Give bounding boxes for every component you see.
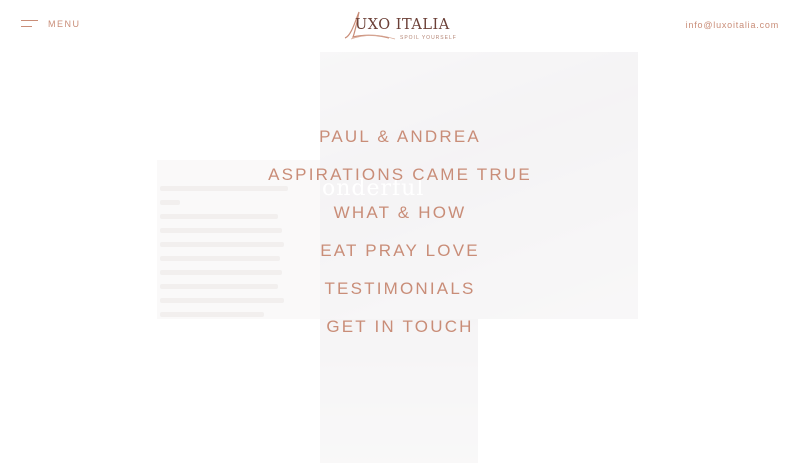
menu-label: MENU bbox=[48, 19, 81, 29]
nav-item-testimonials[interactable]: TESTIMONIALS bbox=[0, 276, 800, 314]
nav-item-get-in-touch[interactable]: GET IN TOUCH bbox=[0, 314, 800, 352]
nav-item-eat-pray-love[interactable]: EAT PRAY LOVE bbox=[0, 238, 800, 276]
logo-name: UXO ITALIA bbox=[355, 17, 450, 33]
logo-tagline: SPOIL YOURSELF bbox=[400, 35, 457, 41]
hamburger-icon bbox=[21, 19, 38, 29]
nav-item-aspirations[interactable]: ASPIRATIONS CAME TRUE bbox=[0, 162, 800, 200]
nav-item-what-how[interactable]: WHAT & HOW bbox=[0, 200, 800, 238]
overlay-nav: PAUL & ANDREA ASPIRATIONS CAME TRUE WHAT… bbox=[0, 124, 800, 352]
email-link[interactable]: info@luxoitalia.com bbox=[686, 20, 779, 30]
site-logo[interactable]: UXO ITALIA SPOIL YOURSELF bbox=[341, 8, 459, 44]
page: onderful MENU UXO ITALIA SPOIL YOURSELF … bbox=[0, 0, 800, 463]
menu-toggle-button[interactable]: MENU bbox=[21, 19, 81, 29]
site-header: MENU UXO ITALIA SPOIL YOURSELF info@luxo… bbox=[0, 0, 800, 52]
nav-item-paul-andrea[interactable]: PAUL & ANDREA bbox=[0, 124, 800, 162]
